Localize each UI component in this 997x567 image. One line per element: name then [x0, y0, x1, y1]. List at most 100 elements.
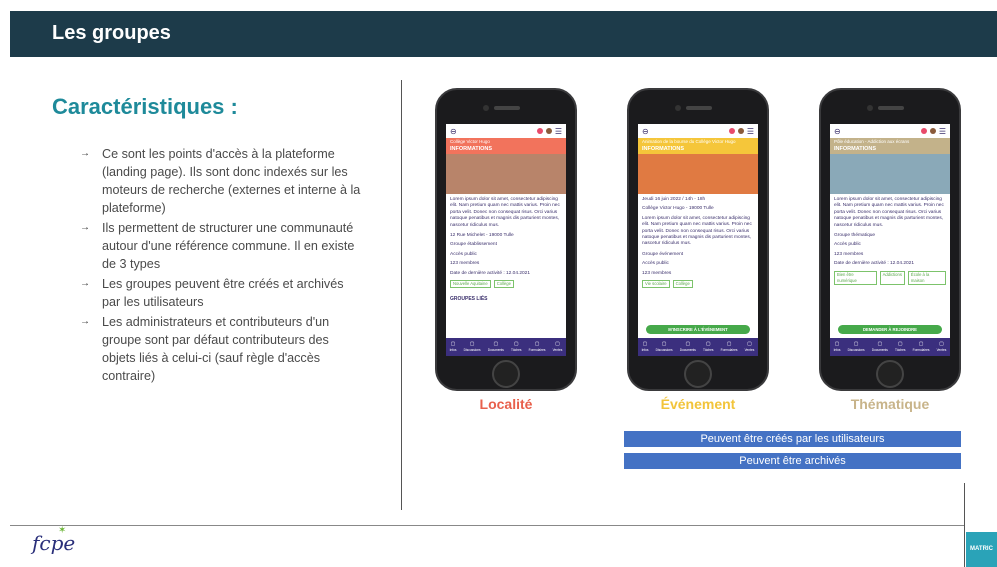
group-body: Jeudi 16 juin 2022 / 14h - 18h Collège Vi…: [638, 194, 758, 291]
page-title: Les groupes: [52, 22, 171, 44]
nav-item[interactable]: ▢ Documents: [872, 341, 888, 353]
back-icon[interactable]: ⊖: [834, 127, 841, 136]
vertical-divider: [401, 80, 402, 510]
nav-item[interactable]: ▢ Documents: [488, 341, 504, 353]
group-body: Lorem ipsum dolor sit amet, consectetur …: [830, 194, 950, 288]
tag[interactable]: École à la maison: [907, 270, 946, 286]
arrow-icon: →: [80, 278, 90, 289]
phone-label: Événement: [660, 396, 736, 412]
bullet-item: → Ce sont les points d'accès à la platefo…: [80, 147, 361, 215]
tab-informations[interactable]: INFORMATIONS: [450, 145, 562, 153]
cta-button[interactable]: DEMANDER À REJOINDRE: [838, 325, 942, 334]
meta-item: Date de dernière activité : 12.04.2021: [450, 270, 531, 276]
tab-informations[interactable]: INFORMATIONS: [642, 145, 754, 153]
meta-item: 12 Rue Michelet - 19000 Tulle: [450, 233, 514, 239]
meta-list: Groupe événement Accès public 123 membres: [642, 252, 754, 277]
nav-item[interactable]: ▢ Ventes: [553, 341, 563, 353]
notification-icon[interactable]: [920, 128, 927, 134]
tag[interactable]: Vie scolaire: [642, 280, 670, 289]
nav-item[interactable]: ▢ Infos: [642, 341, 649, 353]
bottom-nav: ▢ Infos ▢ Discussions ▢ Documents ▢ Tâches ▢ Form…: [638, 338, 758, 356]
app-topbar: ⊖ ☰: [638, 124, 758, 138]
nav-item[interactable]: ▢ Infos: [450, 341, 457, 353]
tag[interactable]: Addictions: [879, 270, 905, 286]
meta-item: Groupe établissement: [450, 242, 497, 248]
arrow-icon: →: [80, 222, 90, 233]
home-button: [876, 360, 904, 388]
back-icon[interactable]: ⊖: [450, 127, 457, 136]
tag[interactable]: Bien être numérique: [834, 270, 877, 286]
back-icon[interactable]: ⊖: [642, 127, 649, 136]
meta-item: 123 membres: [642, 270, 672, 276]
tag[interactable]: Collège: [493, 280, 514, 289]
notification-icon[interactable]: [728, 128, 735, 134]
home-button: [492, 360, 520, 388]
bottom-nav: ▢ Infos ▢ Discussions ▢ Documents ▢ Tâches ▢ Form…: [446, 338, 566, 356]
meta-item: 123 membres: [450, 261, 480, 267]
nav-item[interactable]: ▢ Tâches: [511, 341, 521, 353]
nav-item[interactable]: ▢ Ventes: [745, 341, 755, 353]
nav-item[interactable]: ▢ Documents: [680, 341, 696, 353]
meta-list: 12 Rue Michelet - 19000 Tulle Groupe étab…: [450, 233, 562, 277]
nav-item[interactable]: ▢ Formulaires: [721, 341, 738, 353]
star-icon: ✶: [58, 525, 67, 536]
meta-item: Accès public: [642, 261, 669, 267]
phone-0: ⊖ ☰ Collège Victor Hugo INFORMATIONS Lorem i…: [435, 88, 577, 391]
body-text: Lorem ipsum dolor sit amet, consectetur …: [834, 197, 944, 228]
group-body: Lorem ipsum dolor sit amet, consectetur …: [446, 194, 566, 306]
bottom-nav: ▢ Infos ▢ Discussions ▢ Documents ▢ Tâches ▢ Form…: [830, 338, 950, 356]
menu-icon[interactable]: ☰: [939, 127, 946, 136]
avatar[interactable]: [545, 128, 552, 134]
cta-button[interactable]: M'INSCRIRE À L'ÉVÉNEMENT: [646, 325, 750, 334]
linked-groups-heading: GROUPES LIÉS: [450, 296, 488, 303]
nav-item[interactable]: ▢ Formulaires: [913, 341, 930, 353]
meta-item: Groupe thématique: [834, 233, 876, 239]
menu-icon[interactable]: ☰: [555, 127, 562, 136]
meta-item: Date de dernière activité : 12.04.2021: [834, 261, 915, 267]
arrow-icon: →: [80, 148, 90, 159]
group-image: [638, 154, 758, 194]
tag-list: Vie scolaire Collège: [642, 280, 754, 289]
tag[interactable]: Nouvelle Aquitaine: [450, 280, 491, 289]
info-bar-created: Peuvent être créés par les utilisateurs: [624, 431, 961, 447]
nav-item[interactable]: ▢ Tâches: [703, 341, 713, 353]
body-text: Lorem ipsum dolor sit amet, consectetur …: [642, 215, 752, 247]
group-banner: Animation de la bourse du Collège Victor…: [638, 138, 758, 154]
group-image: [446, 154, 566, 194]
notification-icon[interactable]: [536, 128, 543, 134]
tag-list: Bien être numérique Addictions École à la …: [834, 270, 946, 286]
group-banner: Pôle éducation - Addiction aux écrans INF…: [830, 138, 950, 154]
nav-item[interactable]: ▢ Discussions: [464, 341, 481, 353]
body-text: Lorem ipsum dolor sit amet, consectetur …: [450, 197, 560, 228]
horizontal-divider: [10, 525, 965, 526]
bullet-item: → Ils permettent de structurer une commun…: [80, 221, 355, 271]
nav-item[interactable]: ▢ Discussions: [656, 341, 673, 353]
nav-item[interactable]: ▢ Formulaires: [529, 341, 546, 353]
nav-item[interactable]: ▢ Infos: [834, 341, 841, 353]
camera-icon: [483, 105, 489, 111]
nav-item[interactable]: ▢ Tâches: [895, 341, 905, 353]
group-image: [830, 154, 950, 194]
menu-icon[interactable]: ☰: [747, 127, 754, 136]
avatar[interactable]: [737, 128, 744, 134]
tag-list: Nouvelle Aquitaine Collège: [450, 280, 562, 289]
meta-item: Accès public: [834, 242, 861, 248]
speaker-grille: [686, 106, 712, 110]
nav-item[interactable]: ▢ Discussions: [848, 341, 865, 353]
arrow-icon: →: [80, 316, 90, 327]
avatar[interactable]: [929, 128, 936, 134]
speaker-grille: [878, 106, 904, 110]
meta-item: Groupe événement: [642, 251, 684, 257]
tag[interactable]: Collège: [672, 280, 693, 289]
phone-2: ⊖ ☰ Pôle éducation - Addiction aux écrans I…: [819, 88, 961, 391]
bullet-list: → Ce sont les points d'accès à la platefo…: [80, 145, 365, 387]
phone-label: Localité: [479, 396, 533, 412]
body-text: Jeudi 16 juin 2022 / 14h - 18h: [642, 197, 706, 202]
phone-screen: ⊖ ☰ Animation de la bourse du Collège Vict…: [638, 124, 758, 356]
meta-item: 123 membres: [834, 251, 864, 257]
section-title: Caractéristiques :: [52, 94, 238, 119]
tab-informations[interactable]: INFORMATIONS: [834, 145, 946, 153]
app-topbar: ⊖ ☰: [446, 124, 566, 138]
nav-item[interactable]: ▢ Ventes: [937, 341, 947, 353]
bullet-item: → Les groupes peuvent être créés et archi…: [80, 277, 344, 309]
